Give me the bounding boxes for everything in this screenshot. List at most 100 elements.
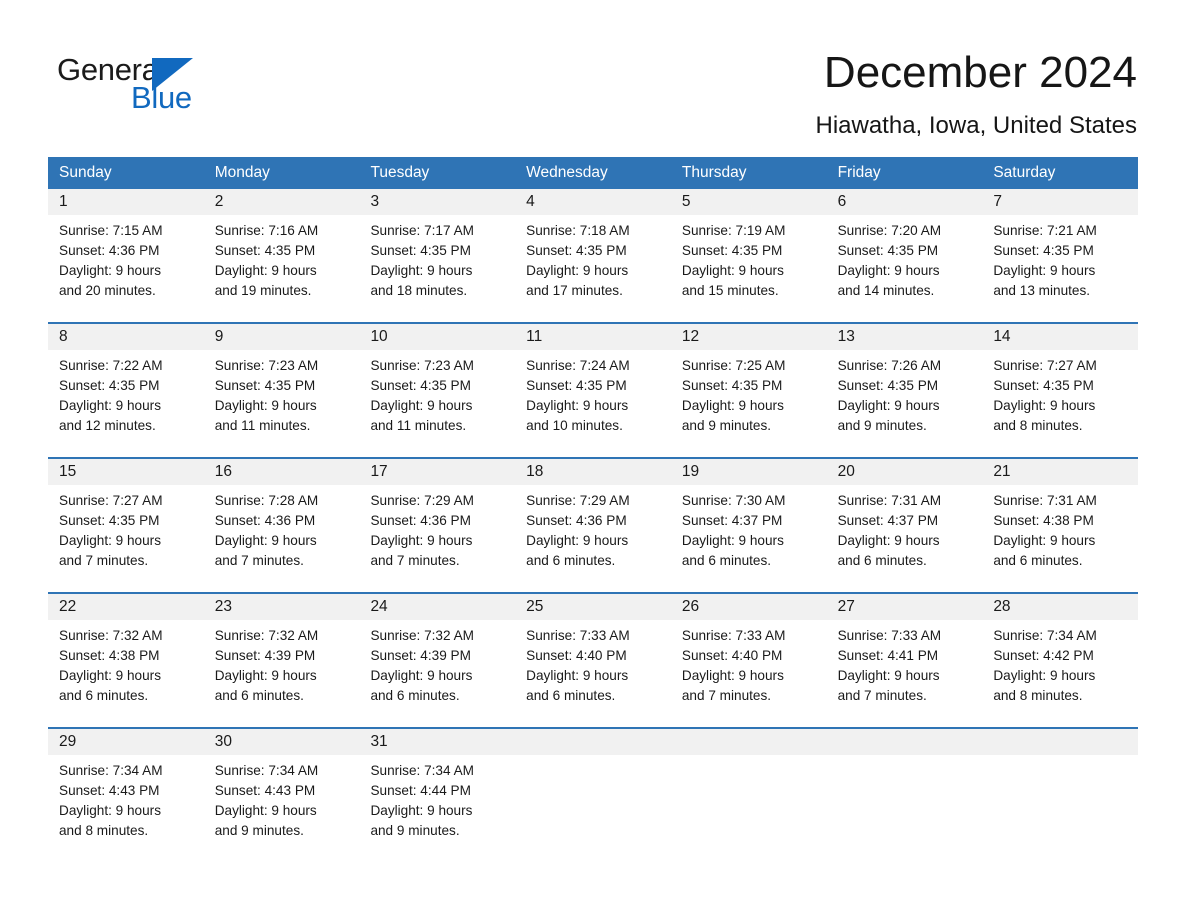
- daylight-text-line1: Daylight: 9 hours: [993, 668, 1096, 683]
- sunset-text: Sunset: 4:40 PM: [526, 648, 627, 663]
- day-cell[interactable]: Sunrise: 7:15 AM Sunset: 4:36 PM Daylight:…: [48, 215, 204, 309]
- day-cell[interactable]: Sunrise: 7:34 AM Sunset: 4:43 PM Daylight:…: [204, 755, 360, 849]
- day-cell[interactable]: Sunrise: 7:32 AM Sunset: 4:39 PM Daylight:…: [204, 620, 360, 714]
- day-cell[interactable]: Sunrise: 7:27 AM Sunset: 4:35 PM Daylight:…: [982, 350, 1138, 444]
- day-cell[interactable]: Sunrise: 7:34 AM Sunset: 4:44 PM Daylight:…: [359, 755, 515, 849]
- sunset-text: Sunset: 4:43 PM: [59, 783, 160, 798]
- day-number[interactable]: 17: [359, 459, 515, 485]
- daylight-text-line1: Daylight: 9 hours: [526, 398, 629, 413]
- day-cell[interactable]: Sunrise: 7:34 AM Sunset: 4:42 PM Daylight:…: [982, 620, 1138, 714]
- daylight-text-line1: Daylight: 9 hours: [59, 398, 162, 413]
- day-number[interactable]: 18: [515, 459, 671, 485]
- weekday-header-thursday: Thursday: [681, 164, 747, 181]
- day-number[interactable]: 24: [359, 594, 515, 620]
- daylight-text-line2: and 6 minutes.: [370, 688, 460, 703]
- day-cell[interactable]: Sunrise: 7:28 AM Sunset: 4:36 PM Daylight:…: [204, 485, 360, 579]
- day-cell[interactable]: Sunrise: 7:31 AM Sunset: 4:37 PM Daylight:…: [827, 485, 983, 579]
- day-number[interactable]: 7: [982, 189, 1138, 215]
- week-date-band: 22 23 24 25 26 27 28: [48, 594, 1138, 620]
- day-number[interactable]: 15: [48, 459, 204, 485]
- sunset-text: Sunset: 4:35 PM: [993, 243, 1094, 258]
- generalblue-logo[interactable]: General Blue: [57, 52, 257, 120]
- day-cell[interactable]: Sunrise: 7:22 AM Sunset: 4:35 PM Daylight:…: [48, 350, 204, 444]
- weekday-header-saturday: Saturday: [993, 164, 1056, 181]
- daylight-text-line1: Daylight: 9 hours: [993, 398, 1096, 413]
- sunset-text: Sunset: 4:35 PM: [681, 378, 783, 393]
- day-cell[interactable]: Sunrise: 7:19 AM Sunset: 4:35 PM Daylight:…: [671, 215, 827, 309]
- day-cell[interactable]: Sunrise: 7:32 AM Sunset: 4:39 PM Daylight:…: [359, 620, 515, 714]
- day-number[interactable]: 3: [359, 189, 515, 215]
- day-number[interactable]: 4: [515, 189, 671, 215]
- day-number[interactable]: 2: [204, 189, 360, 215]
- day-cell[interactable]: Sunrise: 7:25 AM Sunset: 4:35 PM Daylight:…: [671, 350, 827, 444]
- daylight-text-line2: and 9 minutes.: [681, 418, 772, 433]
- sunset-text: Sunset: 4:35 PM: [837, 378, 939, 393]
- sunrise-text: Sunrise: 7:34 AM: [214, 763, 319, 778]
- day-number[interactable]: 5: [671, 189, 827, 215]
- day-number[interactable]: 29: [48, 729, 204, 755]
- sunrise-text: Sunrise: 7:29 AM: [526, 493, 630, 508]
- day-cell[interactable]: Sunrise: 7:26 AM Sunset: 4:35 PM Daylight:…: [827, 350, 983, 444]
- day-number[interactable]: 16: [204, 459, 360, 485]
- day-number[interactable]: 9: [204, 324, 360, 350]
- daylight-text-line1: Daylight: 9 hours: [214, 668, 317, 683]
- day-number[interactable]: 8: [48, 324, 204, 350]
- day-number[interactable]: 10: [359, 324, 515, 350]
- day-number[interactable]: 26: [671, 594, 827, 620]
- day-cell[interactable]: Sunrise: 7:34 AM Sunset: 4:43 PM Daylight:…: [48, 755, 204, 849]
- day-number[interactable]: 20: [827, 459, 983, 485]
- daylight-text-line2: and 6 minutes.: [681, 553, 772, 568]
- day-cell[interactable]: Sunrise: 7:33 AM Sunset: 4:40 PM Daylight:…: [515, 620, 671, 714]
- sunrise-text: Sunrise: 7:27 AM: [993, 358, 1097, 373]
- week-date-band: 1234567: [48, 189, 1138, 215]
- day-cell[interactable]: Sunrise: 7:18 AM Sunset: 4:35 PM Daylight:…: [515, 215, 671, 309]
- daylight-text-line1: Daylight: 9 hours: [59, 803, 162, 818]
- sunrise-text: Sunrise: 7:34 AM: [993, 628, 1097, 643]
- day-number[interactable]: 13: [827, 324, 983, 350]
- day-number[interactable]: 12: [671, 324, 827, 350]
- day-number[interactable]: 23: [204, 594, 360, 620]
- day-number[interactable]: 6: [827, 189, 983, 215]
- sunset-text: Sunset: 4:38 PM: [993, 513, 1094, 528]
- day-cell[interactable]: Sunrise: 7:20 AM Sunset: 4:35 PM Daylight:…: [827, 215, 983, 309]
- day-number[interactable]: 27: [827, 594, 983, 620]
- sunrise-text: Sunrise: 7:20 AM: [837, 223, 942, 238]
- daylight-text-line2: and 10 minutes.: [526, 418, 623, 433]
- sunrise-text: Sunrise: 7:32 AM: [59, 628, 163, 643]
- day-cell[interactable]: Sunrise: 7:23 AM Sunset: 4:35 PM Daylight:…: [359, 350, 515, 444]
- sunset-text: Sunset: 4:44 PM: [370, 783, 471, 798]
- day-cell[interactable]: Sunrise: 7:33 AM Sunset: 4:40 PM Daylight:…: [671, 620, 827, 714]
- day-number[interactable]: 11: [515, 324, 671, 350]
- day-cell[interactable]: Sunrise: 7:23 AM Sunset: 4:35 PM Daylight:…: [204, 350, 360, 444]
- weekday-header-friday: Friday: [837, 164, 881, 181]
- weekday-header-wednesday: Wednesday: [526, 164, 608, 181]
- day-number[interactable]: 21: [982, 459, 1138, 485]
- day-cell[interactable]: Sunrise: 7:29 AM Sunset: 4:36 PM Daylight:…: [515, 485, 671, 579]
- day-number[interactable]: 31: [359, 729, 515, 755]
- day-cell[interactable]: Sunrise: 7:29 AM Sunset: 4:36 PM Daylight:…: [359, 485, 515, 579]
- day-cell[interactable]: Sunrise: 7:32 AM Sunset: 4:38 PM Daylight:…: [48, 620, 204, 714]
- day-cell[interactable]: Sunrise: 7:21 AM Sunset: 4:35 PM Daylight:…: [982, 215, 1138, 309]
- day-number[interactable]: 19: [671, 459, 827, 485]
- day-cell[interactable]: Sunrise: 7:27 AM Sunset: 4:35 PM Daylight:…: [48, 485, 204, 579]
- day-number[interactable]: 14: [982, 324, 1138, 350]
- day-cell[interactable]: Sunrise: 7:16 AM Sunset: 4:35 PM Daylight:…: [204, 215, 360, 309]
- day-number[interactable]: 30: [204, 729, 360, 755]
- day-number[interactable]: 1: [48, 189, 204, 215]
- daylight-text-line1: Daylight: 9 hours: [526, 533, 629, 548]
- day-number[interactable]: 25: [515, 594, 671, 620]
- daylight-text-line2: and 6 minutes.: [214, 688, 304, 703]
- sunrise-text: Sunrise: 7:23 AM: [370, 358, 474, 373]
- sunset-text: Sunset: 4:35 PM: [993, 378, 1094, 393]
- daylight-text-line2: and 6 minutes.: [837, 553, 927, 568]
- day-cell[interactable]: Sunrise: 7:17 AM Sunset: 4:35 PM Daylight:…: [359, 215, 515, 309]
- sunrise-text: Sunrise: 7:33 AM: [681, 628, 786, 643]
- day-cell[interactable]: Sunrise: 7:24 AM Sunset: 4:35 PM Daylight:…: [515, 350, 671, 444]
- day-cell[interactable]: Sunrise: 7:31 AM Sunset: 4:38 PM Daylight:…: [982, 485, 1138, 579]
- day-number[interactable]: 28: [982, 594, 1138, 620]
- day-number[interactable]: 22: [48, 594, 204, 620]
- day-cell[interactable]: Sunrise: 7:30 AM Sunset: 4:37 PM Daylight:…: [671, 485, 827, 579]
- day-cell[interactable]: Sunrise: 7:33 AM Sunset: 4:41 PM Daylight:…: [827, 620, 983, 714]
- sunrise-text: Sunrise: 7:26 AM: [837, 358, 942, 373]
- weekday-header-monday: Monday: [214, 164, 270, 181]
